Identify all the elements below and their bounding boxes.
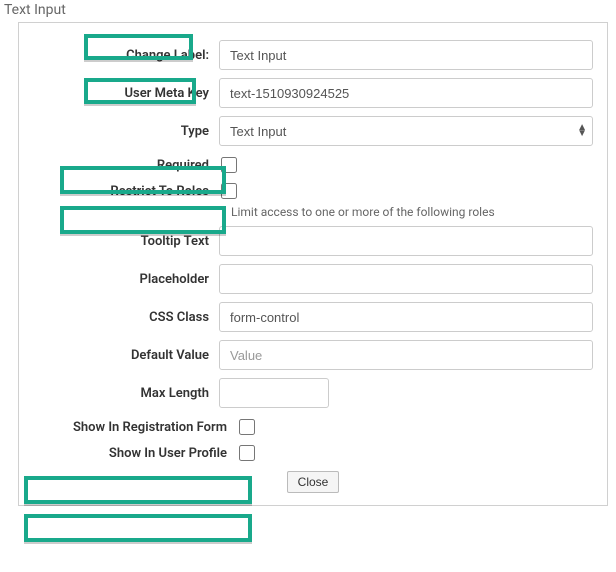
change-label-label: Change Label: [19,48,219,63]
row-type: Type Text Input ▲▼ [19,115,607,147]
close-button[interactable]: Close [287,471,340,493]
footer: Close [19,471,607,493]
user-meta-key-label: User Meta Key [19,86,219,101]
show-profile-label: Show In User Profile [19,446,237,461]
row-change-label: Change Label: [19,39,607,71]
type-label: Type [19,124,219,139]
placeholder-input[interactable] [219,264,593,294]
restrict-roles-label: Restrict To Roles [19,184,219,199]
tooltip-text-label: Tooltip Text [19,234,219,249]
max-length-input[interactable] [219,378,329,408]
max-length-label: Max Length [19,386,219,401]
placeholder-label: Placeholder [19,272,219,287]
row-default-value: Default Value [19,339,607,371]
row-css-class: CSS Class [19,301,607,333]
default-value-label: Default Value [19,348,219,363]
required-checkbox[interactable] [221,157,237,173]
user-meta-key-input[interactable] [219,78,593,108]
show-registration-checkbox[interactable] [239,419,255,435]
panel-title: Text Input [0,0,616,22]
restrict-roles-checkbox[interactable] [221,183,237,199]
row-placeholder: Placeholder [19,263,607,295]
row-restrict-roles: Restrict To Roles [19,183,607,199]
row-user-meta-key: User Meta Key [19,77,607,109]
default-value-input[interactable] [219,340,593,370]
row-max-length: Max Length [19,377,607,409]
highlight-show-profile [24,514,252,542]
row-show-profile: Show In User Profile [19,445,607,461]
type-select[interactable]: Text Input [219,116,593,146]
tooltip-text-input[interactable] [219,226,593,256]
show-profile-checkbox[interactable] [239,445,255,461]
field-settings-panel: Change Label: User Meta Key Type Text In… [18,22,608,506]
show-registration-label: Show In Registration Form [19,420,237,435]
change-label-input[interactable] [219,40,593,70]
required-label: Required [19,158,219,173]
row-show-registration: Show In Registration Form [19,419,607,435]
css-class-label: CSS Class [19,310,219,325]
css-class-input[interactable] [219,302,593,332]
row-tooltip-text: Tooltip Text [19,225,607,257]
row-required: Required [19,157,607,173]
restrict-roles-helper: Limit access to one or more of the follo… [231,205,607,219]
